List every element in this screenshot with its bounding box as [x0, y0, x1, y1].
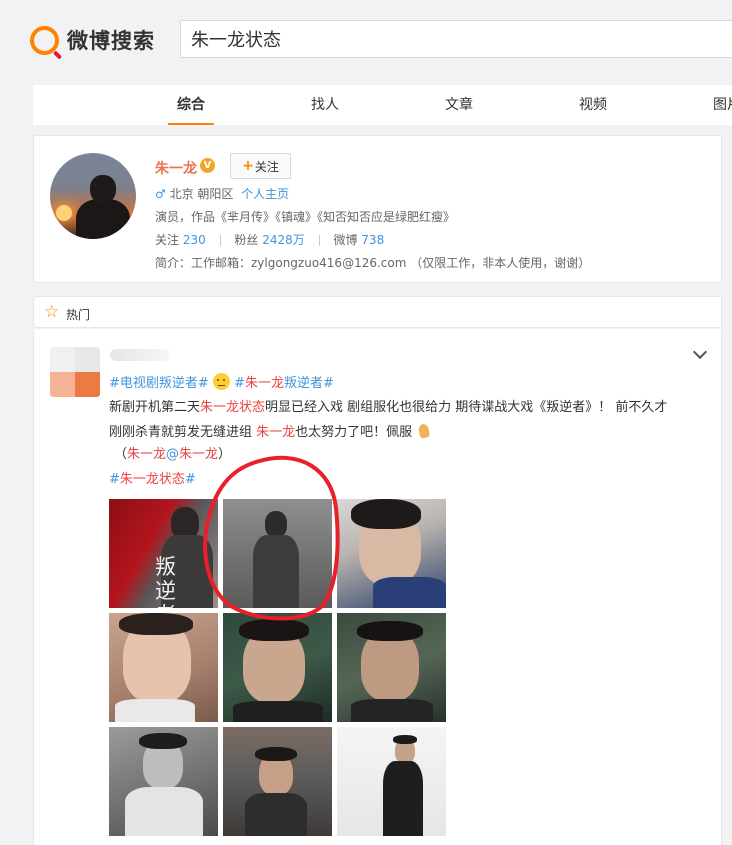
- homepage-link[interactable]: 个人主页: [241, 187, 289, 201]
- avatar-silhouette-head: [90, 175, 116, 203]
- fans-count[interactable]: 2428万: [262, 233, 305, 247]
- plus-icon: +: [242, 158, 254, 174]
- avatar-silhouette-body: [76, 199, 130, 239]
- post-photo-6[interactable]: [337, 613, 446, 722]
- hot-section-header: ☆ 热门: [33, 296, 722, 328]
- tab-videos[interactable]: 视频: [563, 85, 623, 125]
- posts-label: 微博: [333, 233, 358, 247]
- photo-caption: 叛逆者: [155, 555, 176, 608]
- topic-tag[interactable]: #朱一龙状态#: [109, 471, 196, 489]
- post-photo-1[interactable]: 叛逆者: [109, 499, 218, 608]
- follow-label: 关注: [254, 159, 279, 174]
- search-logo-icon: [30, 25, 59, 55]
- topic-tag[interactable]: #电视剧叛逆者#: [109, 376, 209, 391]
- hot-label: 热门: [66, 308, 91, 322]
- search-input[interactable]: [191, 28, 732, 50]
- profile-name[interactable]: 朱一龙: [155, 158, 197, 178]
- post-photo-5[interactable]: [223, 613, 332, 722]
- profile-location-line: ♂ 北京 朝阳区 个人主页: [155, 185, 289, 202]
- divider: [219, 235, 221, 246]
- post-text-line: 刚刚杀青就剪发无缝进组 朱一龙也太努力了吧！佩服: [109, 423, 432, 442]
- post-photo-7[interactable]: [109, 727, 218, 836]
- profile-bio: 简介：工作邮箱：zylgongzuo416@126.com （仅限工作，非本人使…: [155, 256, 591, 270]
- divider: [318, 235, 320, 246]
- profile-location: 北京 朝阳区: [169, 187, 234, 201]
- search-tabs: 综合 找人 文章 视频 图片: [33, 85, 732, 125]
- smile-emoji-icon: [212, 373, 230, 390]
- tab-images[interactable]: 图片: [697, 85, 732, 125]
- post-photo-4[interactable]: [109, 613, 218, 722]
- keyword-highlight: 朱一龙状态: [200, 400, 266, 415]
- follow-button[interactable]: + 关注: [230, 153, 291, 179]
- post-author-name-blurred[interactable]: [110, 349, 170, 361]
- search-box[interactable]: [180, 20, 732, 58]
- keyword-highlight[interactable]: 朱一龙: [256, 425, 295, 440]
- profile-intro: 演员，作品《芈月传》《镇魂》《知否知否应是绿肥红瘦》: [155, 210, 456, 224]
- tab-users[interactable]: 找人: [295, 85, 355, 125]
- chevron-down-icon[interactable]: [692, 344, 708, 360]
- posts-count[interactable]: 738: [361, 233, 384, 247]
- weibo-search-logo[interactable]: 微博搜索: [30, 25, 155, 55]
- topic-tag[interactable]: #朱一龙叛逆者#: [234, 376, 334, 391]
- post-topic-line: #电视剧叛逆者# #朱一龙叛逆者#: [109, 373, 334, 393]
- post-photo-8[interactable]: [223, 727, 332, 836]
- post-photo-2[interactable]: [223, 499, 332, 608]
- post-mention-line: （朱一龙@朱一龙）: [114, 447, 232, 462]
- post-author-avatar[interactable]: [50, 347, 100, 397]
- brand-name: 微博搜索: [67, 29, 155, 53]
- following-label: 关注: [155, 233, 180, 247]
- post-text-line: 新剧开机第二天朱一龙状态明显已经入戏 剧组服化也很给力 期待谍战大戏《叛逆者》！…: [109, 400, 668, 415]
- mention-link[interactable]: 朱一龙: [179, 447, 218, 462]
- post-photo-9[interactable]: [337, 727, 446, 836]
- user-profile-card: 朱一龙 V + 关注 ♂ 北京 朝阳区 个人主页 演员，作品《芈月传》《镇魂》《…: [33, 135, 722, 283]
- avatar[interactable]: [50, 153, 136, 239]
- verified-badge-icon: V: [200, 158, 215, 173]
- pray-emoji-icon: [416, 423, 432, 439]
- following-count[interactable]: 230: [183, 233, 206, 247]
- post-photo-3[interactable]: [337, 499, 446, 608]
- mention-link[interactable]: 朱一龙: [127, 447, 166, 462]
- sunset-sun: [56, 205, 72, 221]
- tab-articles[interactable]: 文章: [429, 85, 489, 125]
- tab-comprehensive[interactable]: 综合: [161, 85, 221, 125]
- male-icon: ♂: [155, 187, 166, 201]
- fans-label: 粉丝: [234, 233, 259, 247]
- star-icon: ☆: [44, 302, 60, 322]
- profile-stats: 关注 230 粉丝 2428万 微博 738: [155, 231, 384, 248]
